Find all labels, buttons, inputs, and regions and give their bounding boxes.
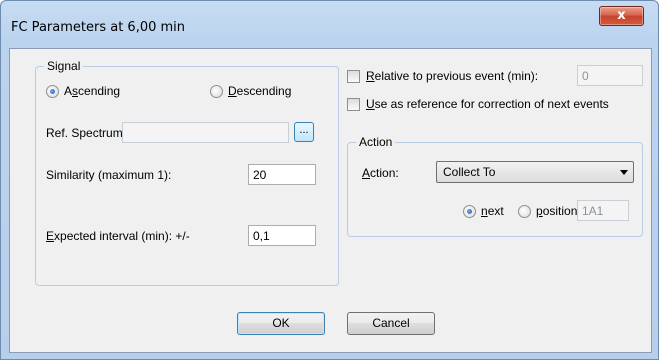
relative-checkbox[interactable] xyxy=(347,70,360,83)
close-icon: x xyxy=(617,8,626,23)
ascending-radio[interactable] xyxy=(46,85,59,98)
ref-spectrum-input[interactable] xyxy=(122,122,289,143)
ref-spectrum-label: Ref. Spectrum: xyxy=(46,126,127,140)
use-reference-checkbox[interactable] xyxy=(347,98,360,111)
action-legend: Action xyxy=(356,135,396,149)
ascending-label[interactable]: Ascending xyxy=(64,84,120,98)
window-title: FC Parameters at 6,00 min xyxy=(11,20,186,35)
relative-input[interactable]: 0 xyxy=(577,65,643,86)
similarity-input[interactable]: 20 xyxy=(248,164,316,185)
action-group: Action Action: Collect To next position … xyxy=(347,135,643,237)
cancel-button[interactable]: Cancel xyxy=(347,312,435,335)
close-button[interactable]: x xyxy=(599,6,644,26)
use-reference-label[interactable]: Use as reference for correction of next … xyxy=(366,97,609,111)
expected-interval-input[interactable]: 0,1 xyxy=(248,225,316,246)
browse-spectrum-button[interactable]: ... xyxy=(294,122,314,142)
chevron-down-icon xyxy=(620,170,628,175)
signal-group: Signal Ascending Descending Ref. Spectru… xyxy=(35,59,339,286)
action-dropdown[interactable]: Collect To xyxy=(436,161,634,183)
ellipsis-icon: ... xyxy=(299,124,309,136)
next-label[interactable]: next xyxy=(481,204,504,218)
position-radio[interactable] xyxy=(518,205,531,218)
relative-label[interactable]: Relative to previous event (min): xyxy=(366,69,538,83)
dialog-client-area: Signal Ascending Descending Ref. Spectru… xyxy=(9,48,652,353)
position-label[interactable]: position xyxy=(536,204,577,218)
signal-legend: Signal xyxy=(44,59,84,73)
descending-label[interactable]: Descending xyxy=(228,84,291,98)
action-label: Action: xyxy=(362,166,399,180)
similarity-label: Similarity (maximum 1): xyxy=(46,168,172,182)
ok-button[interactable]: OK xyxy=(237,312,325,335)
position-input[interactable]: 1A1 xyxy=(577,200,629,221)
dialog-window: FC Parameters at 6,00 min x Signal Ascen… xyxy=(0,0,659,360)
action-dropdown-value: Collect To xyxy=(443,165,496,179)
descending-radio[interactable] xyxy=(210,85,223,98)
next-radio[interactable] xyxy=(463,205,476,218)
expected-interval-label: Expected interval (min): +/- xyxy=(46,229,190,243)
